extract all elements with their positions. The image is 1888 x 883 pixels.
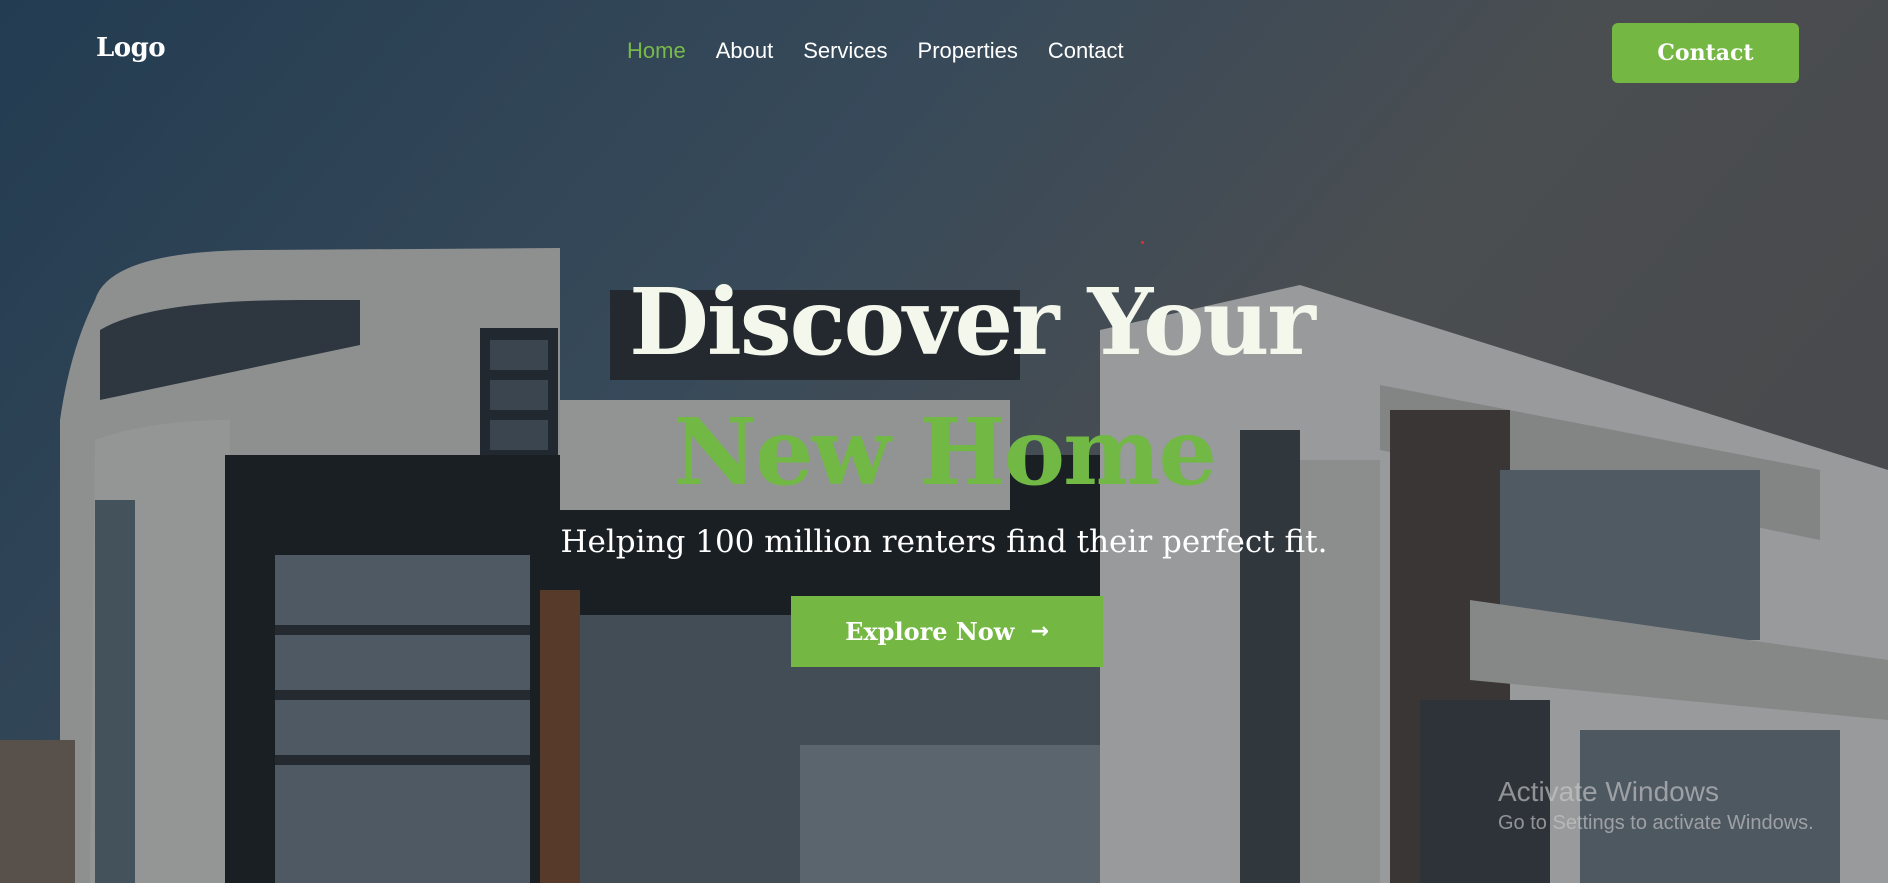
hero-section: Logo Home About Services Properties Cont…: [0, 0, 1888, 883]
nav-item-properties[interactable]: Properties: [918, 38, 1018, 64]
explore-now-label: Explore Now: [845, 617, 1015, 646]
hero-subtitle: Helping 100 million renters find their p…: [560, 524, 1328, 560]
headline-line-2: New Home: [672, 398, 1217, 506]
watermark-title: Activate Windows: [1498, 776, 1719, 807]
contact-button[interactable]: Contact: [1612, 23, 1799, 83]
explore-now-button[interactable]: Explore Now →: [791, 596, 1103, 667]
watermark-subtitle: Go to Settings to activate Windows.: [1498, 812, 1814, 834]
nav-item-services[interactable]: Services: [803, 38, 887, 64]
arrow-right-icon: →: [1030, 619, 1049, 644]
cursor-dot: [1141, 241, 1144, 244]
main-navigation: Home About Services Properties Contact: [627, 38, 1124, 64]
nav-item-about[interactable]: About: [716, 38, 774, 64]
site-logo[interactable]: Logo: [96, 33, 166, 63]
activate-windows-watermark: Activate Windows Go to Settings to activ…: [1498, 775, 1814, 837]
nav-item-home[interactable]: Home: [627, 38, 686, 64]
headline-line-1: Discover Your: [629, 268, 1316, 376]
nav-item-contact[interactable]: Contact: [1048, 38, 1124, 64]
